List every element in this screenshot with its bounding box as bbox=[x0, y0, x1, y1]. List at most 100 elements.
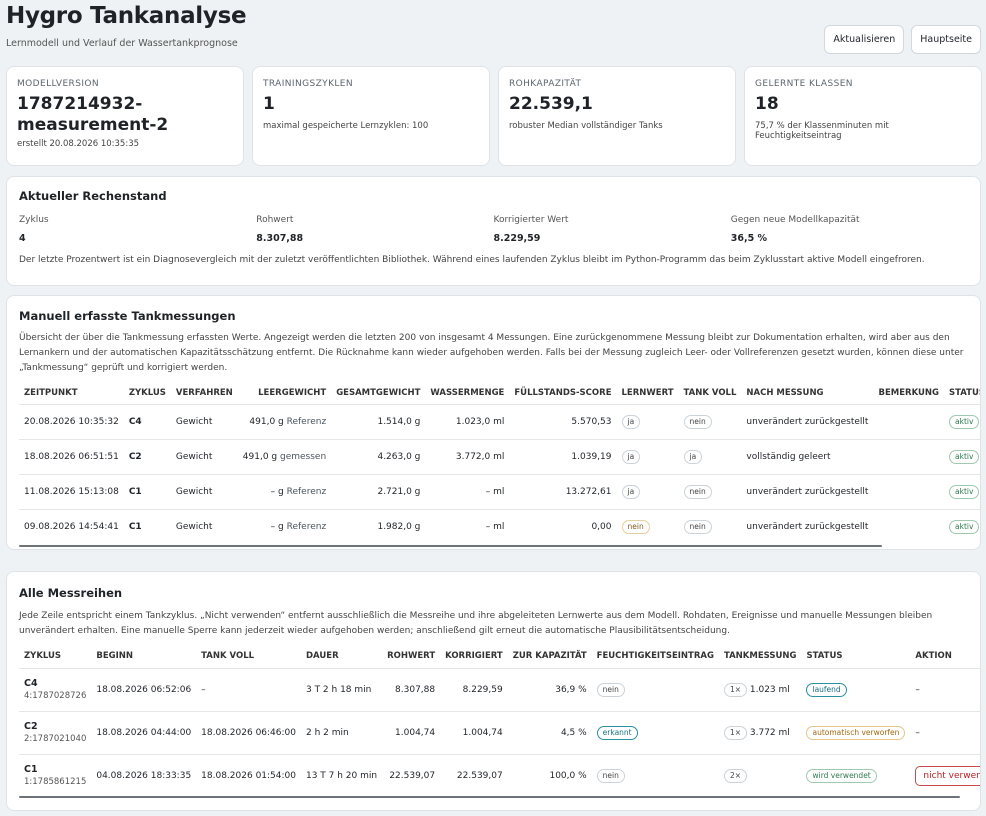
table-row: C4 4:1787028726 18.08.2026 06:52:06 – 3 T… bbox=[19, 668, 980, 711]
cell-remark bbox=[873, 404, 944, 439]
column-header: Zyklus bbox=[24, 651, 62, 662]
section-title: Alle Messreihen bbox=[19, 586, 123, 600]
column-header: Status bbox=[949, 387, 980, 398]
cell-capacity: 4,5 % bbox=[560, 727, 587, 738]
kpi-value: 18 bbox=[755, 94, 779, 114]
calc-value: 8.307,88 bbox=[256, 233, 304, 244]
cell-duration: 13 T 7 h 20 min bbox=[305, 770, 378, 781]
cell-status: wird verwendet bbox=[801, 754, 910, 797]
table-row: 20.08.2026 10:35:32 C4 Gewicht 491,0 g R… bbox=[19, 404, 980, 439]
cell-cycle: C1 bbox=[128, 521, 142, 532]
moisture-badge: erkannt bbox=[596, 725, 638, 740]
cell-moisture: nein bbox=[592, 668, 719, 711]
cell-empty-weight: – g Referenz bbox=[238, 509, 331, 544]
calc-grid: Zyklus 4 Rohwert 8.307,88 Korrigierter W… bbox=[19, 215, 968, 244]
cell-total-weight: 1.514,0 g bbox=[377, 416, 421, 427]
cycle-id: 4:1787028726 bbox=[24, 691, 87, 701]
cell-learn: ja bbox=[617, 439, 679, 474]
column-header: Beginn bbox=[96, 651, 134, 662]
refresh-button[interactable]: Aktualisieren bbox=[824, 25, 905, 54]
header-actions: Aktualisieren Hauptseite bbox=[824, 25, 981, 54]
calc-item-capacity: Gegen neue Modellkapazität 36,5 % bbox=[731, 215, 968, 244]
kpi-label: Modellversion bbox=[17, 79, 99, 89]
kpi-model-version: Modellversion 1787214932-measurement-2 e… bbox=[6, 66, 244, 166]
kpi-learned-classes: Gelernte Klassen 18 75,7 % der Klassenmi… bbox=[744, 66, 982, 166]
cell-cycle: C1 1:1785861215 bbox=[19, 754, 91, 797]
column-header: Tank voll bbox=[201, 651, 255, 662]
horizontal-scrollbar[interactable] bbox=[19, 545, 882, 547]
table-header-row: Zeitpunkt Zyklus Verfahren Leergewicht G… bbox=[19, 382, 980, 404]
status-badge: laufend bbox=[806, 682, 847, 697]
horizontal-scrollbar[interactable] bbox=[19, 796, 960, 798]
table-header-row: Zyklus Beginn Tank voll Dauer Rohwert Ko… bbox=[19, 645, 980, 668]
cell-duration: 2 h 2 min bbox=[305, 727, 349, 738]
column-header: Gesamtgewicht bbox=[336, 387, 421, 398]
empty-weight-source: Referenz bbox=[286, 416, 327, 427]
full-badge: nein bbox=[683, 484, 712, 499]
table-row: 11.08.2026 15:13:08 C1 Gewicht – g Refer… bbox=[19, 474, 980, 509]
exclude-series-button[interactable]: nicht verwenden bbox=[915, 765, 980, 786]
calc-value: 4 bbox=[19, 233, 26, 244]
calc-item-corrected: Korrigierter Wert 8.229,59 bbox=[494, 215, 731, 244]
column-header: Korrigiert bbox=[445, 651, 503, 662]
kpi-label: Gelernte Klassen bbox=[755, 79, 853, 89]
cell-empty-weight: – g Referenz bbox=[238, 474, 331, 509]
status-badge: aktiv bbox=[949, 484, 980, 499]
cell-corrected: 1.004,74 bbox=[462, 727, 503, 738]
kpi-raw-capacity: Rohkapazität 22.539,1 robuster Median vo… bbox=[498, 66, 736, 166]
calc-label: Rohwert bbox=[256, 215, 294, 225]
cell-learn: ja bbox=[617, 474, 679, 509]
cell-status: aktiv bbox=[944, 474, 980, 509]
empty-weight-source: Referenz bbox=[286, 521, 327, 532]
calc-label: Zyklus bbox=[19, 215, 49, 225]
cell-status: automatisch verworfen bbox=[801, 711, 910, 754]
cell-start: 18.08.2026 04:44:00 bbox=[96, 727, 192, 738]
cycle-name: C1 bbox=[24, 764, 38, 776]
learn-badge: ja bbox=[621, 449, 641, 464]
cell-total-weight: 2.721,0 g bbox=[377, 486, 421, 497]
empty-weight-source: Referenz bbox=[286, 486, 327, 497]
cell-remark bbox=[873, 509, 944, 544]
cycle-name: C4 bbox=[24, 678, 38, 689]
moisture-badge: nein bbox=[596, 682, 625, 697]
table-row: C2 2:1787021040 18.08.2026 04:44:00 18.08… bbox=[19, 711, 980, 754]
cell-status: aktiv bbox=[944, 509, 980, 544]
kpi-label: Trainingszyklen bbox=[263, 79, 354, 89]
column-header: Feuchtigkeitseintrag bbox=[596, 651, 714, 662]
cell-cycle: C1 bbox=[128, 486, 142, 497]
cell-status: laufend bbox=[801, 668, 910, 711]
kpi-note: erstellt 20.08.2026 10:35:35 bbox=[17, 139, 140, 149]
column-header: Nach Messung bbox=[746, 387, 824, 398]
kpi-value: 22.539,1 bbox=[509, 94, 593, 114]
learn-badge: nein bbox=[621, 519, 650, 534]
manual-measurements-card: Manuell erfasste Tankmessungen Übersicht… bbox=[6, 295, 981, 550]
cell-water: 1.023,0 ml bbox=[455, 416, 505, 427]
cell-action: nicht verwenden bbox=[910, 754, 980, 797]
cell-time: 18.08.2026 06:51:51 bbox=[24, 451, 119, 462]
kpi-value: 1 bbox=[263, 94, 275, 114]
full-badge: nein bbox=[683, 519, 712, 534]
cell-method: Gewicht bbox=[175, 521, 213, 532]
current-calculation-card: Aktueller Rechenstand Zyklus 4 Rohwert 8… bbox=[6, 176, 981, 286]
column-header: Tank voll bbox=[683, 387, 737, 398]
measurement-count-badge: 2× bbox=[723, 768, 747, 783]
cell-after: unverändert zurückgestellt bbox=[746, 521, 869, 532]
cell-total-weight: 4.263,0 g bbox=[377, 451, 421, 462]
measurement-count-badge: 1× bbox=[723, 682, 747, 697]
status-badge: aktiv bbox=[949, 519, 980, 534]
status-badge: aktiv bbox=[949, 449, 980, 464]
cell-full: nein bbox=[679, 474, 742, 509]
cell-action: – bbox=[915, 684, 920, 695]
cell-action: – bbox=[915, 727, 920, 738]
full-badge: ja bbox=[683, 449, 703, 464]
cell-remark bbox=[873, 474, 944, 509]
cell-capacity: 36,9 % bbox=[555, 684, 587, 695]
column-header: Dauer bbox=[305, 651, 339, 662]
cell-score: 13.272,61 bbox=[565, 486, 612, 497]
column-header: Zyklus bbox=[128, 387, 166, 398]
cell-corrected: 8.229,59 bbox=[462, 684, 503, 695]
cycle-name: C2 bbox=[24, 721, 38, 732]
home-button[interactable]: Hauptseite bbox=[911, 25, 981, 54]
cell-after: unverändert zurückgestellt bbox=[746, 416, 869, 427]
cell-water: – ml bbox=[485, 521, 505, 532]
